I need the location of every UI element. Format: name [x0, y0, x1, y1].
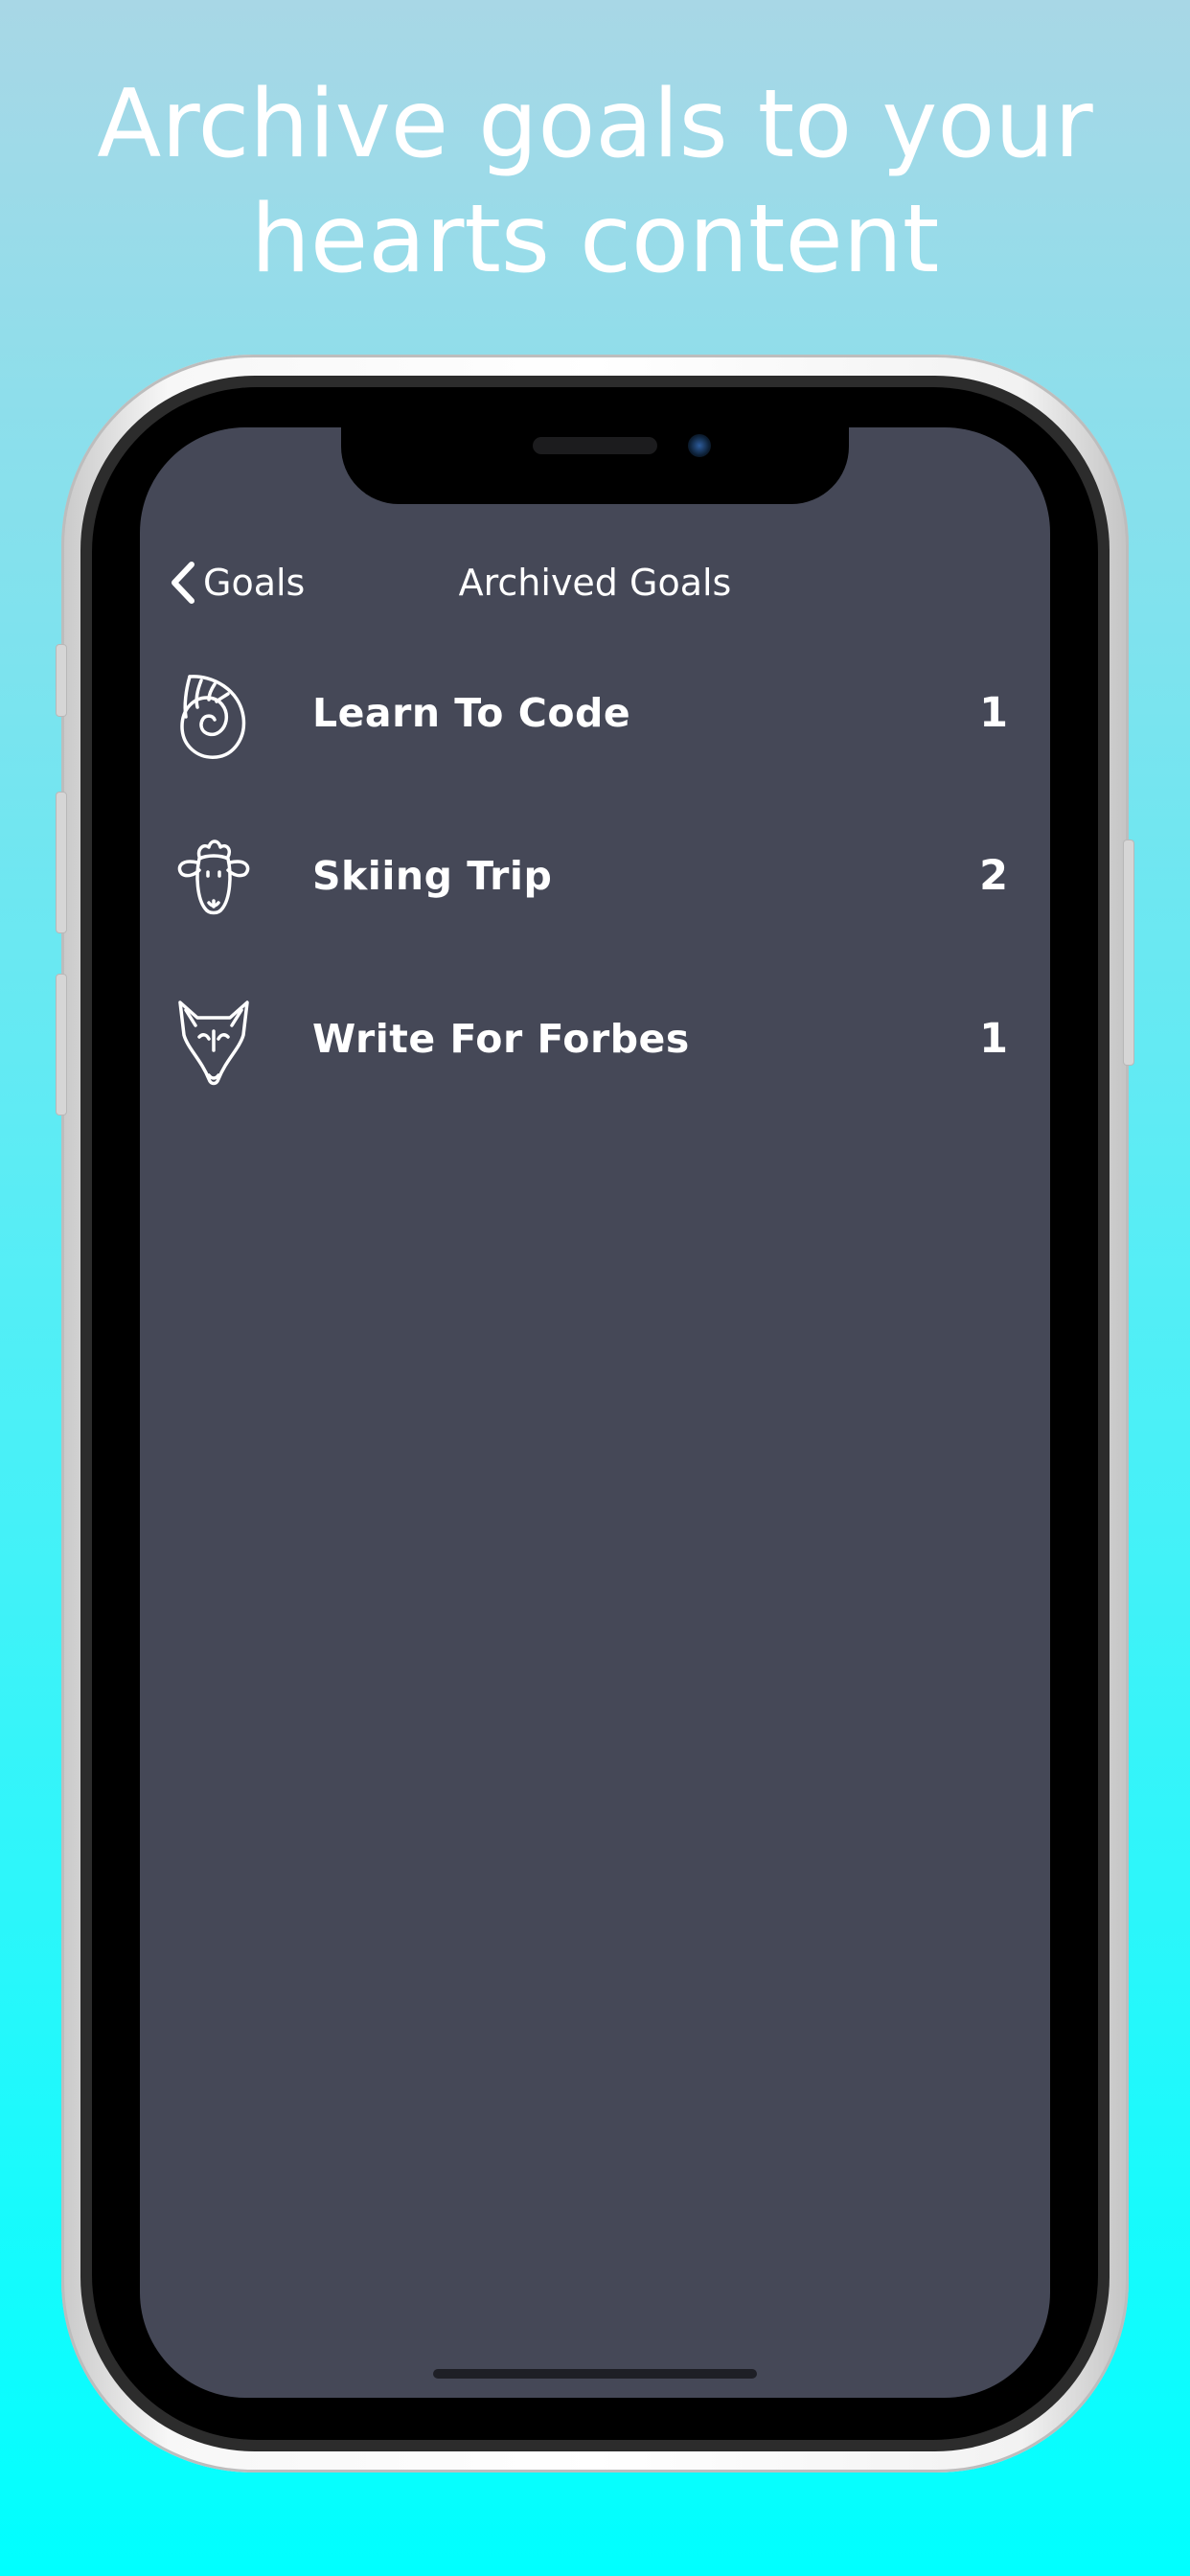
goal-row-write-for-forbes[interactable]: Write For Forbes 1	[140, 964, 1050, 1127]
promo-headline: Archive goals to your hearts content	[0, 67, 1190, 297]
goal-row-learn-to-code[interactable]: Learn To Code 1	[140, 638, 1050, 801]
page-title: Archived Goals	[458, 562, 732, 604]
phone-silent-switch	[56, 644, 67, 717]
promo-headline-line-2: hearts content	[250, 185, 940, 294]
navigation-bar: Goals Archived Goals	[140, 542, 1050, 629]
home-indicator[interactable]	[433, 2369, 757, 2379]
goal-row-skiing-trip[interactable]: Skiing Trip 2	[140, 801, 1050, 964]
fox-icon	[178, 1000, 249, 1086]
goal-count: 2	[979, 852, 1008, 900]
phone-speaker	[533, 437, 657, 454]
goal-count: 1	[979, 689, 1008, 737]
phone-power-button	[1123, 840, 1134, 1066]
phone-volume-up-button	[56, 792, 67, 933]
goal-name: Skiing Trip	[312, 853, 553, 899]
front-camera	[688, 434, 711, 457]
goal-count: 1	[979, 1015, 1008, 1063]
phone-volume-down-button	[56, 974, 67, 1116]
goal-name: Write For Forbes	[312, 1016, 690, 1062]
promo-headline-line-1: Archive goals to your	[97, 70, 1093, 179]
goal-name: Learn To Code	[312, 690, 631, 736]
sheep-icon	[177, 840, 250, 915]
app-screen: Goals Archived Goals Learn To Code 1 Ski…	[140, 427, 1050, 2398]
nautilus-shell-icon	[180, 675, 246, 759]
archived-goal-list: Learn To Code 1 Skiing Trip 2 Write For …	[140, 638, 1050, 1127]
